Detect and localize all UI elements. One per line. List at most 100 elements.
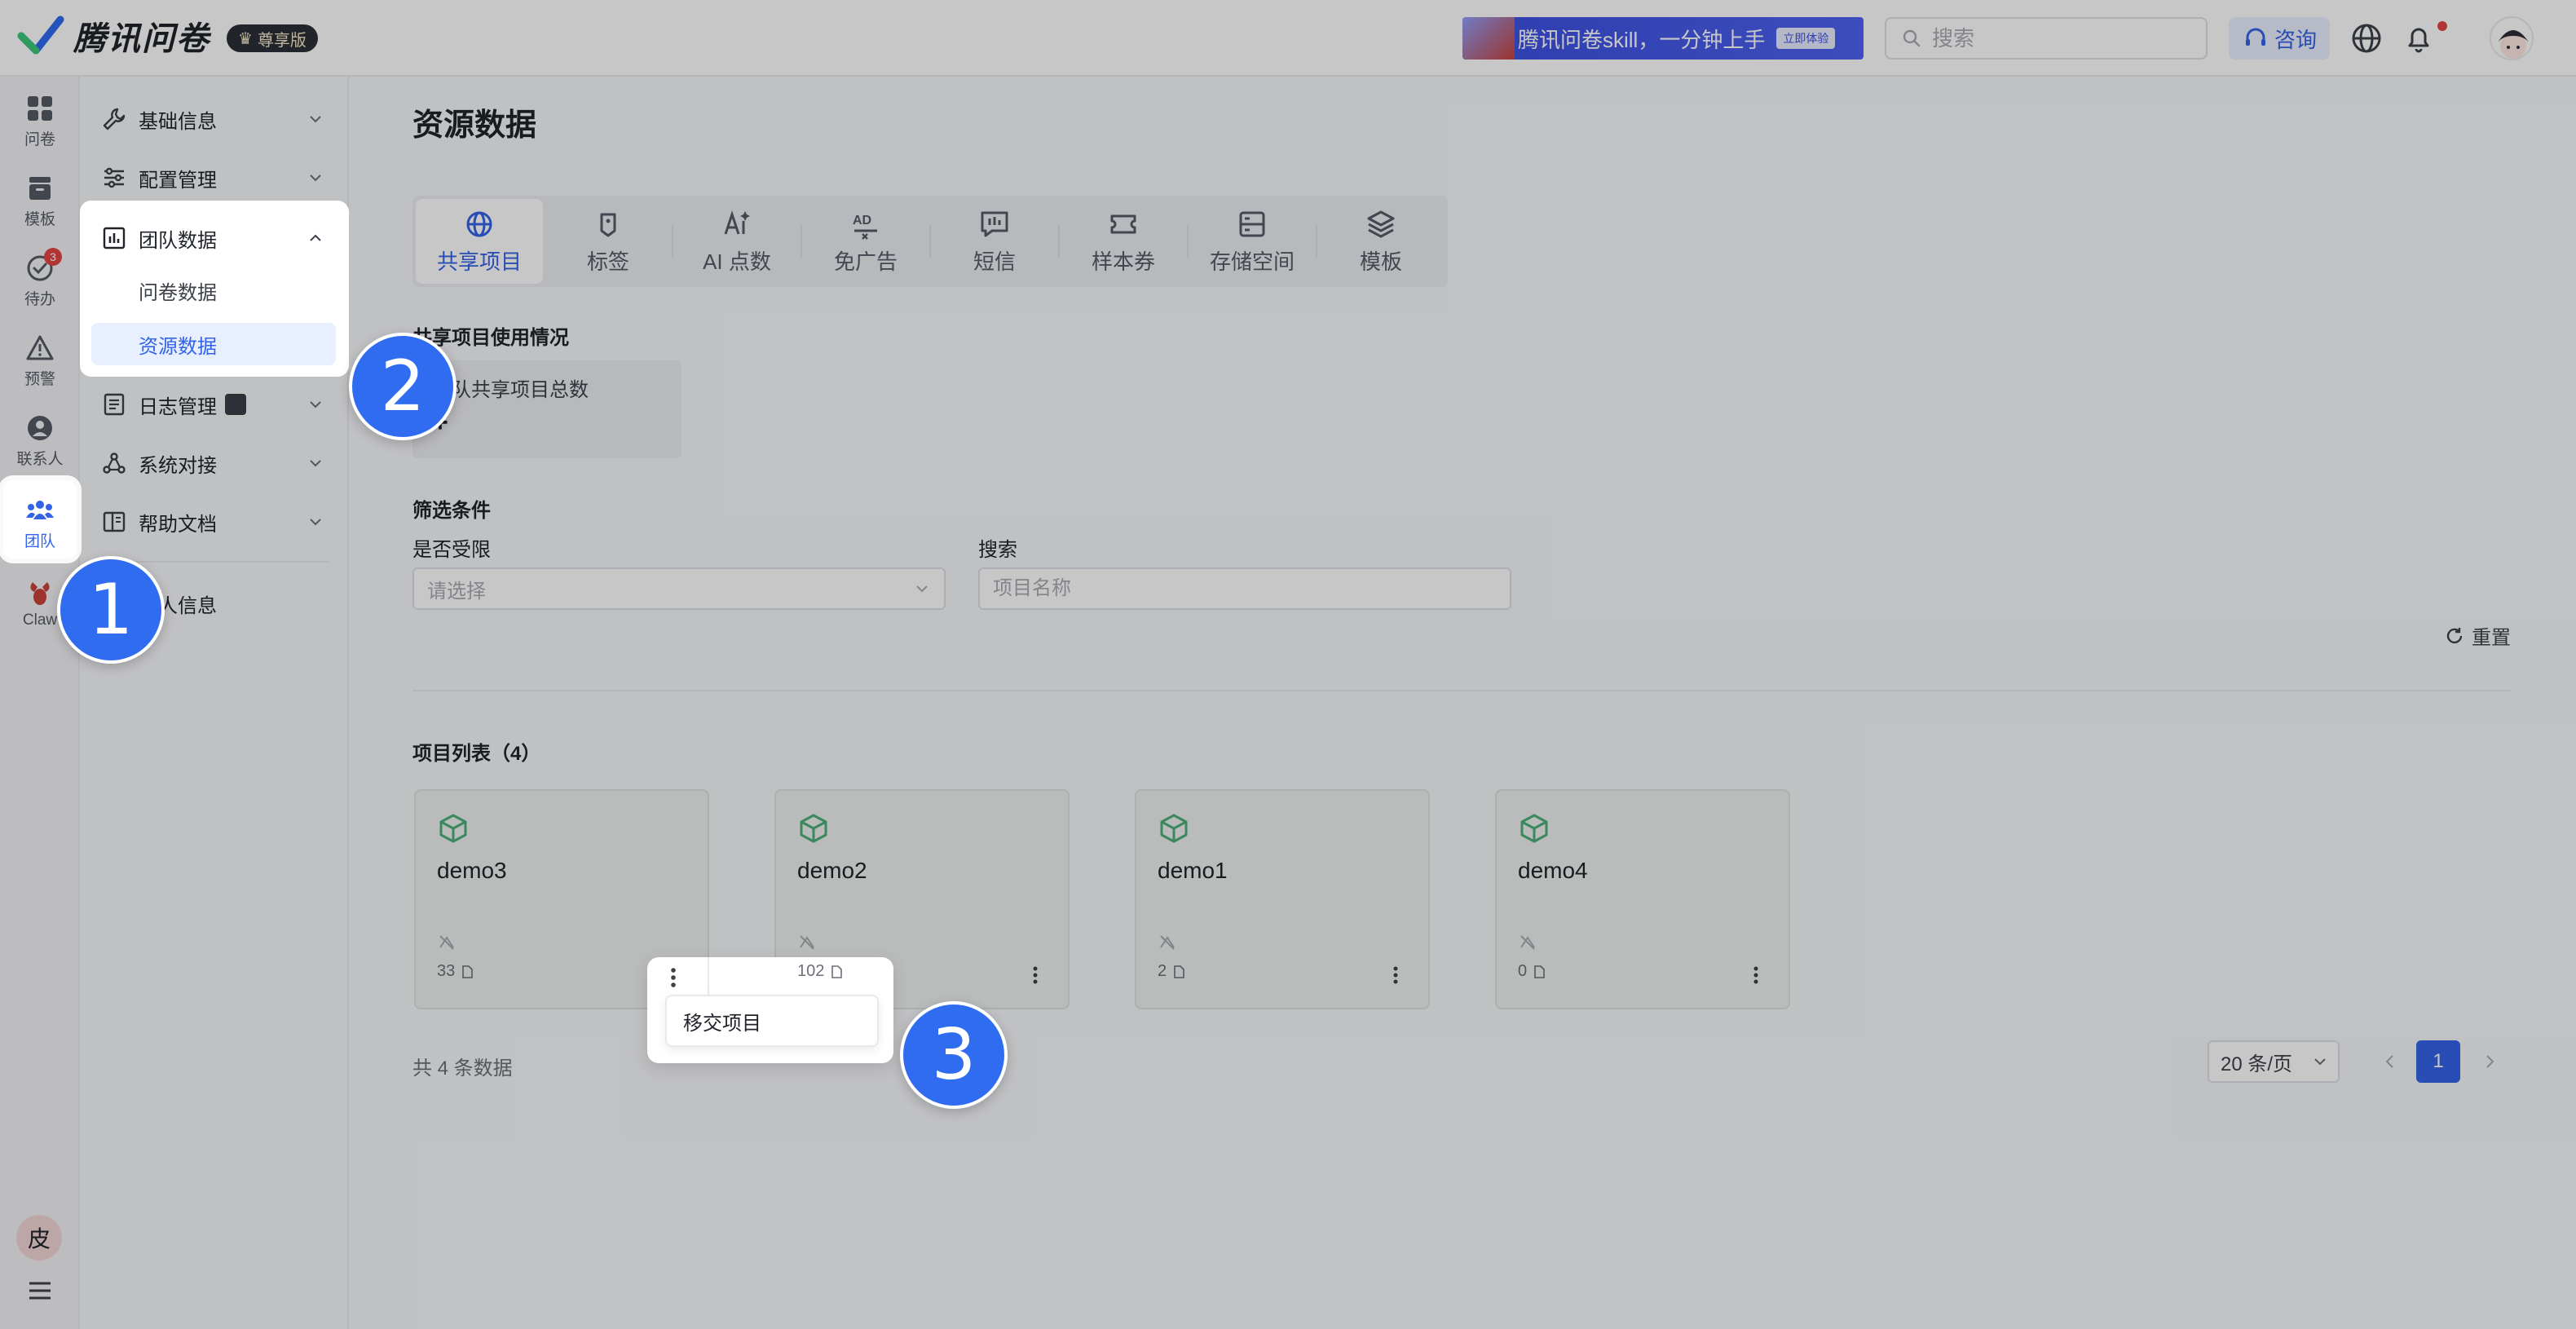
limited-select[interactable]: 请选择 [412, 567, 946, 610]
tab-label: 标签 [586, 249, 629, 274]
chevron-down-icon [2314, 1058, 2326, 1066]
cube-icon [439, 814, 467, 843]
page-number-current[interactable]: 1 [2416, 1040, 2460, 1083]
claw-icon [30, 582, 50, 605]
book-icon [103, 511, 126, 532]
reset-label: 重置 [2472, 627, 2511, 649]
search-input[interactable] [1932, 25, 2177, 51]
nav-item-config[interactable]: 配置管理 [101, 155, 329, 201]
refresh-icon [2446, 627, 2463, 643]
nav-item-log[interactable]: 日志管理 [101, 382, 329, 427]
nav-item-team-data[interactable]: 团队数据 [101, 215, 329, 261]
consult-button[interactable]: 咨询 [2229, 17, 2330, 60]
step-marker-3: 3 [900, 1001, 1008, 1109]
tab-storage[interactable]: 存储空间 [1189, 199, 1316, 284]
tab-tags[interactable]: 标签 [545, 199, 672, 284]
tab-sms[interactable]: 短信 [931, 199, 1058, 284]
tab-ai-points[interactable]: AI 点数 [673, 199, 801, 284]
divider [412, 690, 2511, 691]
nav-item-label: 系统对接 [139, 454, 217, 477]
project-count: 2 [1158, 962, 1186, 981]
svg-text:AD: AD [853, 214, 871, 227]
promo-text: 腾讯问卷skill，一分钟上手 [1518, 27, 1766, 52]
tab-label: 样本券 [1091, 249, 1155, 274]
project-card[interactable]: demo4 0 [1495, 789, 1790, 1009]
project-name: demo1 [1158, 858, 1228, 883]
rail-item-todo[interactable]: 3 待办 [0, 248, 80, 309]
count-value: 33 [437, 962, 456, 980]
count-value: 102 [797, 962, 825, 980]
reset-button[interactable]: 重置 [2444, 621, 2511, 650]
rail-label: Claw [22, 612, 58, 629]
user-avatar[interactable] [2490, 16, 2534, 60]
tab-label: 存储空间 [1209, 249, 1295, 274]
search-box[interactable] [1885, 17, 2208, 60]
nav-item-basic-info[interactable]: 基础信息 [101, 96, 329, 142]
project-action-popup: 102 移交项目 [647, 957, 893, 1063]
project-name: demo3 [437, 858, 507, 883]
storage-icon [1239, 211, 1265, 236]
tab-no-ads[interactable]: AD 免广告 [802, 199, 929, 284]
more-vertical-icon[interactable] [662, 964, 685, 991]
rail-item-template[interactable]: 模板 [0, 173, 80, 229]
globe-icon[interactable] [2349, 21, 2384, 55]
no-share-icon [800, 935, 814, 950]
bell-icon[interactable] [2402, 21, 2436, 55]
sliders-icon [104, 167, 124, 188]
edition-badge: ♛ 尊享版 [227, 24, 318, 52]
rail-item-questionnaire[interactable]: 问卷 [0, 93, 80, 149]
page-size-select[interactable]: 20 条/页 [2208, 1040, 2340, 1083]
rail-active-spotlight[interactable]: 团队 [3, 480, 77, 559]
tab-sample-coupon[interactable]: 样本券 [1060, 199, 1187, 284]
wrench-icon [103, 108, 126, 130]
icon-rail: 问卷 模板 3 待办 预警 联系人 团队 Claw 皮 [0, 77, 80, 1329]
tab-separator [1187, 225, 1189, 258]
tab-label: 共享项目 [436, 249, 522, 274]
project-name-input[interactable] [978, 567, 1511, 610]
rail-label: 团队 [24, 533, 55, 550]
chevron-down-icon [310, 174, 321, 182]
search-field-label: 搜索 [978, 539, 1017, 561]
nav-item-label: 日志管理 [139, 395, 217, 418]
rail-user-avatar[interactable]: 皮 [16, 1215, 62, 1261]
stat-value: + [432, 407, 662, 439]
more-vertical-icon[interactable] [1746, 964, 1766, 987]
chevron-left-icon[interactable] [2379, 1050, 2402, 1073]
nav-sub-resource-data[interactable]: 资源数据 [91, 323, 336, 365]
rail-label: 联系人 [16, 451, 64, 468]
tab-label: AI 点数 [703, 249, 771, 274]
chevron-right-icon[interactable] [2478, 1050, 2501, 1073]
promo-button[interactable]: 立即体验 [1776, 28, 1836, 49]
select-placeholder: 请选择 [427, 580, 486, 603]
step-marker-1: 1 [57, 556, 165, 664]
project-count: 33 [437, 962, 474, 981]
cube-icon [1520, 814, 1548, 843]
nav-item-integration[interactable]: 系统对接 [101, 440, 329, 486]
tag-icon [600, 213, 616, 236]
nav-sub-questionnaire-data[interactable]: 问卷数据 [91, 269, 336, 311]
rail-label: 待办 [24, 291, 55, 308]
menu-icon[interactable] [24, 1275, 55, 1306]
file-icon [462, 965, 474, 978]
more-vertical-icon[interactable] [1386, 964, 1405, 987]
tab-template[interactable]: 模板 [1317, 199, 1445, 284]
more-vertical-icon[interactable] [1026, 964, 1045, 987]
top-bar: 腾讯问卷 ♛ 尊享版 腾讯问卷skill，一分钟上手 立即体验 咨询 [0, 0, 2576, 77]
project-count: 102 [797, 962, 844, 981]
nav-item-label: 配置管理 [139, 169, 217, 192]
tab-shared-projects[interactable]: 共享项目 [416, 199, 543, 284]
app-logo[interactable]: 腾讯问卷 [16, 11, 210, 60]
promo-image [1462, 17, 1515, 60]
tab-label: 模板 [1359, 249, 1402, 274]
rail-item-contacts[interactable]: 联系人 [0, 413, 80, 469]
project-card[interactable]: demo1 2 [1135, 789, 1430, 1009]
filter-section-title: 筛选条件 [412, 500, 491, 522]
nav-item-help[interactable]: 帮助文档 [101, 499, 329, 545]
app-title: 腾讯问卷 [73, 21, 210, 57]
message-icon [981, 211, 1008, 236]
promo-banner[interactable]: 腾讯问卷skill，一分钟上手 立即体验 [1462, 17, 1864, 60]
page-size-value: 20 条/页 [2221, 1053, 2293, 1075]
transfer-project-menu-item[interactable]: 移交项目 [665, 995, 879, 1047]
rail-label: 模板 [24, 211, 55, 228]
rail-item-warning[interactable]: 预警 [0, 333, 80, 389]
